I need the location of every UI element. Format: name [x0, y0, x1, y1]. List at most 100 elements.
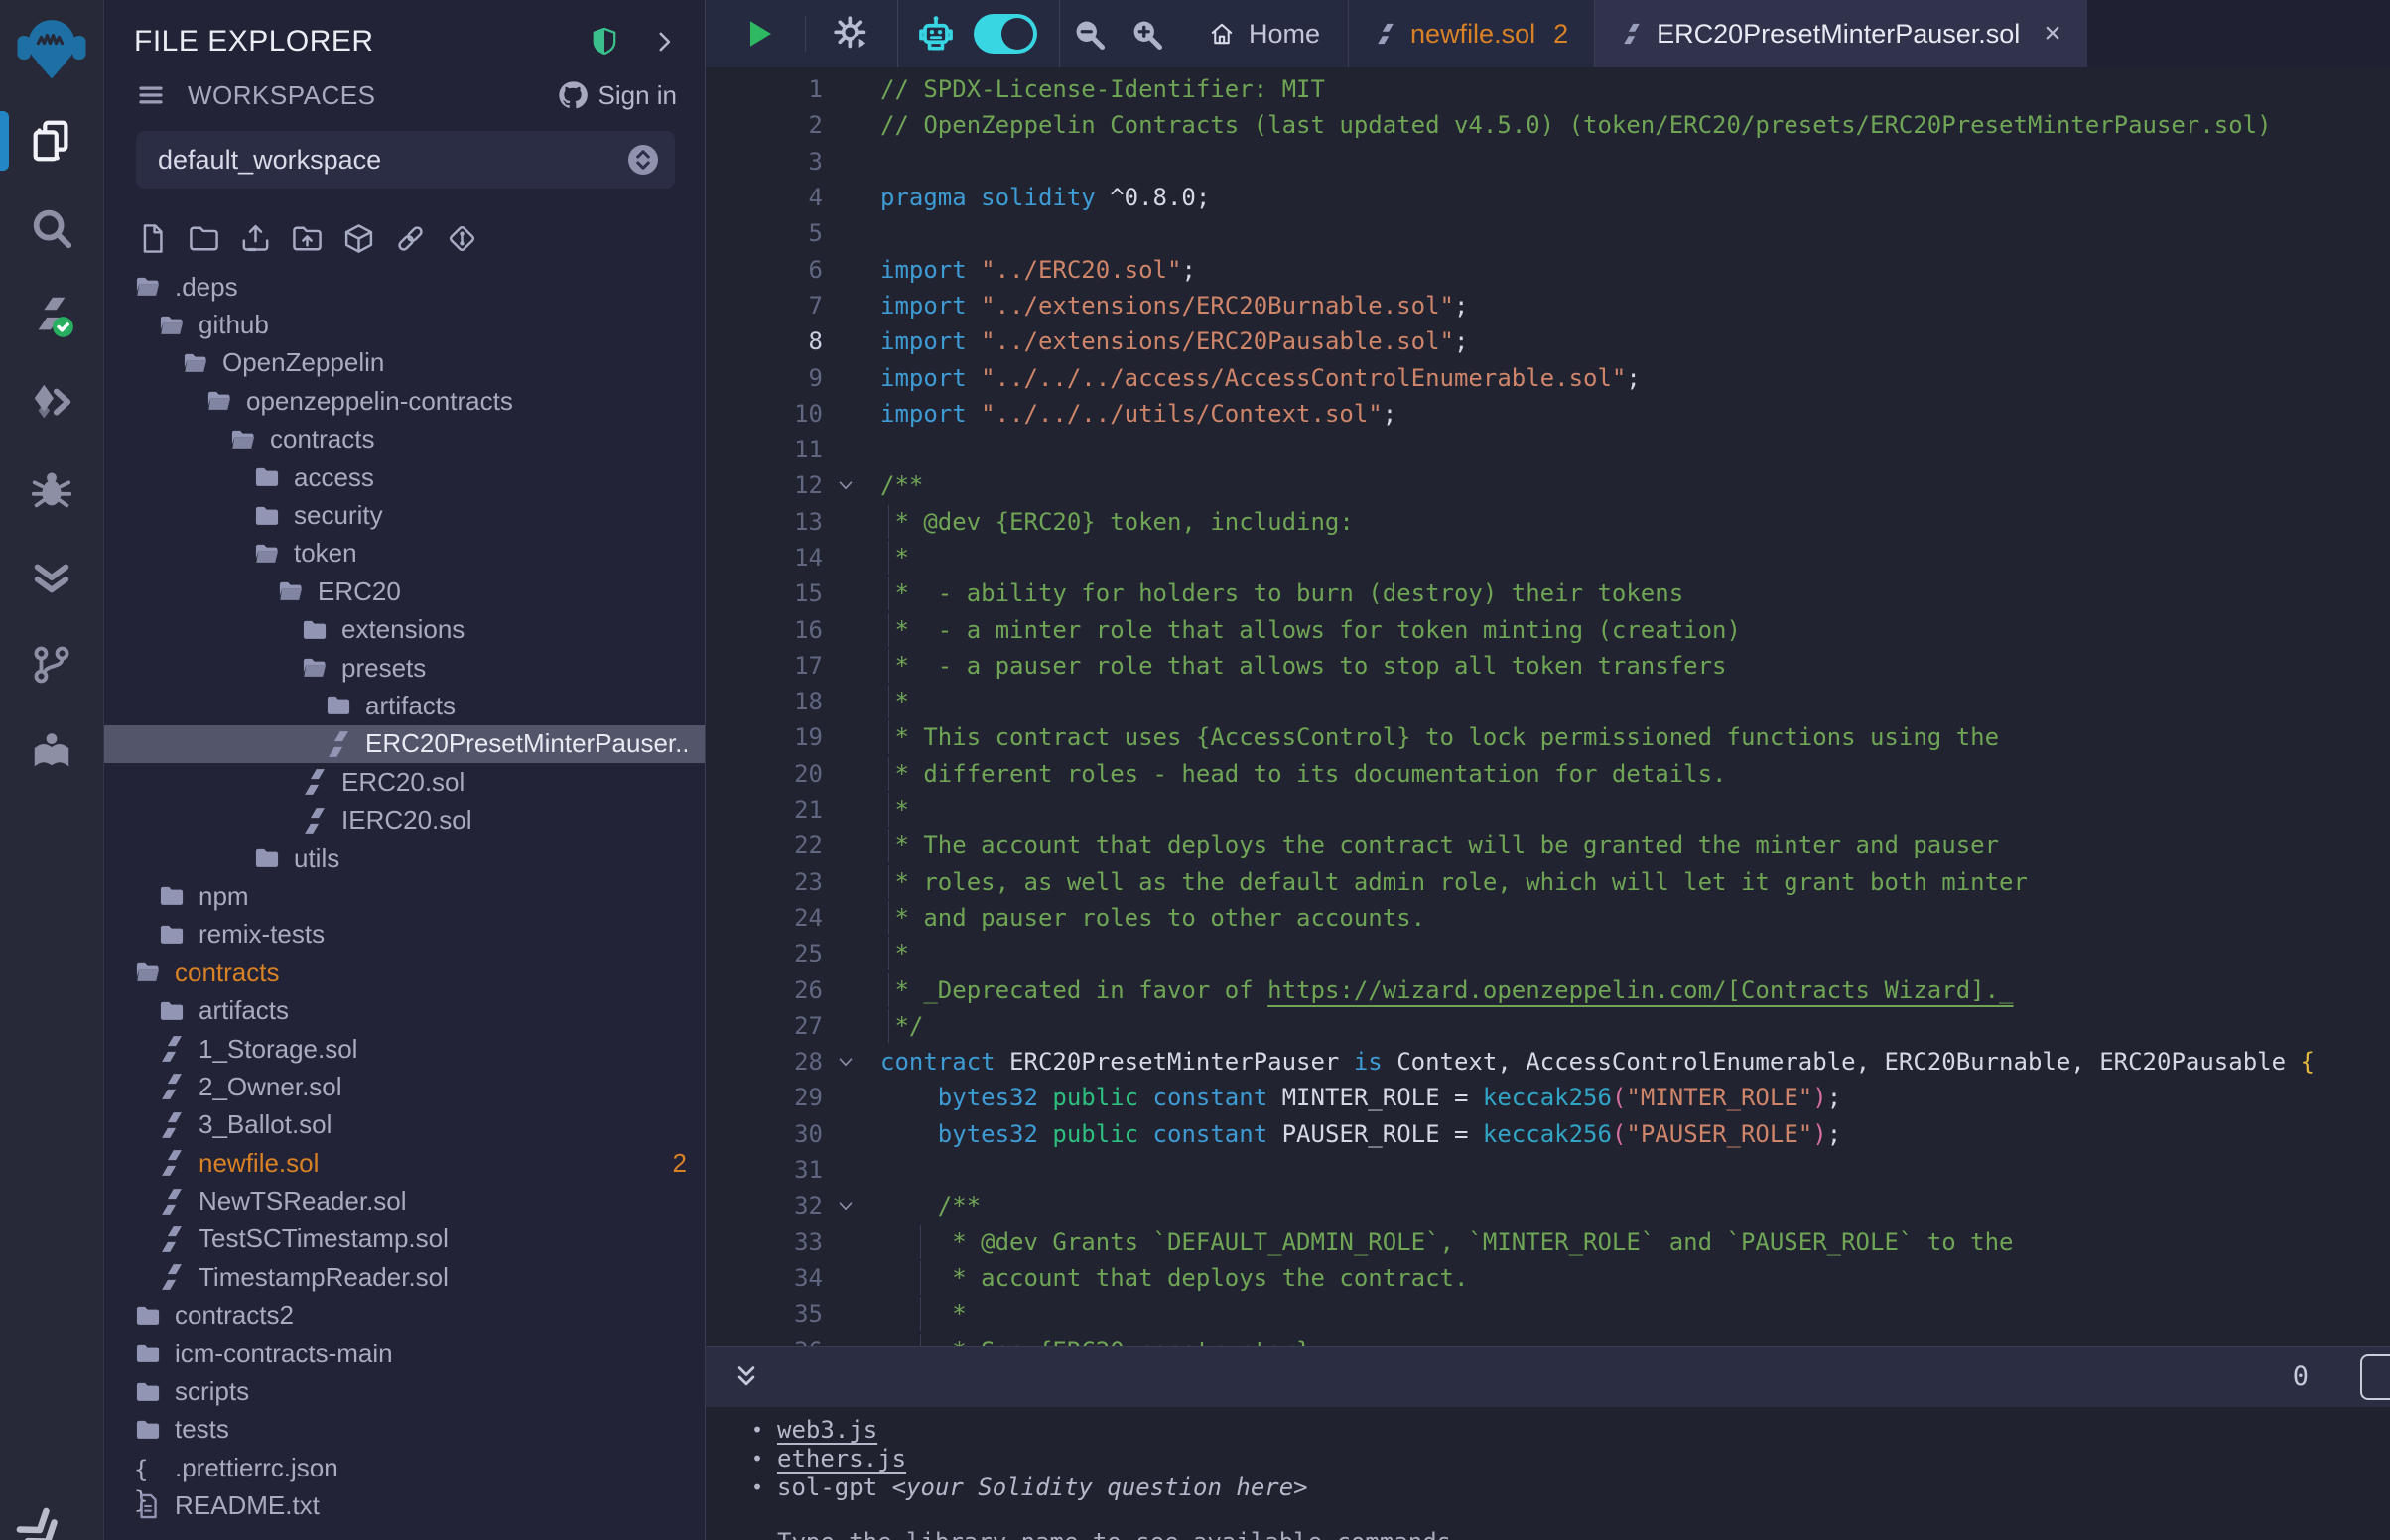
activity-bar-partial-icon[interactable]	[4, 1494, 75, 1540]
tree-item-timestampreader-sol[interactable]: TimestampReader.sol	[104, 1258, 705, 1296]
code-text: */	[868, 1012, 923, 1040]
tabbar-empty-space	[2087, 0, 2390, 67]
tab-erc20presetminterpauser-sol[interactable]: ERC20PresetMinterPauser.sol ×	[1595, 0, 2087, 67]
line-number: 36	[706, 1337, 823, 1346]
tree-item-label: icm-contracts-main	[175, 1339, 393, 1369]
tab-label: newfile.sol	[1410, 19, 1535, 50]
tree-item-readme-txt[interactable]: README.txt	[104, 1487, 705, 1525]
git-clone-icon[interactable]	[446, 222, 478, 255]
upload-file-icon[interactable]	[239, 222, 272, 255]
terminal-link[interactable]: ethers.js	[777, 1445, 906, 1473]
activity-bar	[0, 0, 104, 1540]
tree-item-contracts[interactable]: contracts	[104, 954, 705, 991]
tree-item-contracts2[interactable]: contracts2	[104, 1297, 705, 1335]
terminal-hint: Type the library name to see available c…	[751, 1528, 2390, 1540]
remix-logo-icon[interactable]	[16, 12, 87, 83]
tree-item-artifacts[interactable]: artifacts	[104, 687, 705, 724]
activity-item-git[interactable]	[0, 621, 103, 708]
tab-label: ERC20PresetMinterPauser.sol	[1657, 19, 2020, 50]
tree-item-erc20presetminterpauser-[interactable]: ERC20PresetMinterPauser...	[104, 725, 705, 763]
new-folder-icon[interactable]	[188, 222, 220, 255]
tree-item-extensions[interactable]: extensions	[104, 611, 705, 649]
tree-item--prettierrc-json[interactable]: { }.prettierrc.json	[104, 1449, 705, 1486]
code-line-4: 4pragma solidity ^0.8.0;	[706, 180, 2390, 215]
fold-toggle-icon[interactable]	[823, 1051, 868, 1073]
toolbar-divider	[1059, 0, 1060, 67]
cube-icon[interactable]	[342, 222, 375, 255]
editor-toolbar	[706, 0, 1175, 67]
run-script-button[interactable]	[741, 16, 777, 52]
tree-item-label: artifacts	[199, 995, 289, 1026]
tree-item-label: 1_Storage.sol	[199, 1034, 357, 1065]
tree-item-npm[interactable]: npm	[104, 877, 705, 915]
folder-icon	[158, 997, 186, 1025]
terminal-link[interactable]: web3.js	[777, 1416, 877, 1444]
tree-item-newtsreader-sol[interactable]: NewTSReader.sol	[104, 1182, 705, 1219]
tree-item-erc20-sol[interactable]: ERC20.sol	[104, 763, 705, 801]
hamburger-menu-icon[interactable]	[136, 80, 166, 110]
activity-item-deploy-and-run[interactable]	[0, 359, 103, 447]
tree-item-token[interactable]: token	[104, 535, 705, 573]
tree-item-security[interactable]: security	[104, 496, 705, 534]
code-editor[interactable]: 1// SPDX-License-Identifier: MIT2// Open…	[706, 67, 2390, 1346]
activity-item-solidity-unit-testing[interactable]	[0, 534, 103, 621]
code-line-7: 7import "../extensions/ERC20Burnable.sol…	[706, 288, 2390, 323]
tree-item-label: github	[199, 310, 269, 340]
code-line-36: 36 * See {ERC20-constructor}.	[706, 1332, 2390, 1346]
tree-item-label: artifacts	[365, 691, 456, 721]
tree-item-access[interactable]: access	[104, 458, 705, 496]
chevron-right-icon[interactable]	[651, 29, 677, 55]
terminal-right-control-partial[interactable]	[2360, 1354, 2390, 1400]
tab-home[interactable]: Home	[1175, 0, 1348, 67]
tree-item-openzeppelin-contracts[interactable]: openzeppelin-contracts	[104, 382, 705, 420]
tree-item-contracts[interactable]: contracts	[104, 421, 705, 458]
tree-item-scripts[interactable]: scripts	[104, 1372, 705, 1410]
tree-item-testsctimestamp-sol[interactable]: TestSCTimestamp.sol	[104, 1220, 705, 1258]
compile-settings-button[interactable]	[832, 14, 871, 54]
fold-toggle-icon[interactable]	[823, 1195, 868, 1217]
tree-item-utils[interactable]: utils	[104, 839, 705, 877]
code-text: import "../ERC20.sol";	[868, 256, 1196, 284]
tree-item-presets[interactable]: presets	[104, 649, 705, 687]
code-line-14: 14 *	[706, 540, 2390, 576]
new-file-icon[interactable]	[136, 222, 169, 255]
fold-toggle-icon[interactable]	[823, 474, 868, 496]
zoom-out-button[interactable]	[1071, 16, 1107, 52]
github-icon[interactable]	[557, 79, 589, 111]
tree-item-ierc20-sol[interactable]: IERC20.sol	[104, 801, 705, 838]
sign-in-button[interactable]: Sign in	[598, 80, 678, 111]
indent-guide	[888, 685, 889, 718]
workspaces-row: WORKSPACES Sign in	[104, 69, 705, 121]
tree-item-remix-tests[interactable]: remix-tests	[104, 916, 705, 954]
terminal-expand-icon[interactable]	[731, 1362, 761, 1392]
tree-item-artifacts[interactable]: artifacts	[104, 991, 705, 1029]
zoom-in-button[interactable]	[1129, 16, 1164, 52]
workspace-selected-value: default_workspace	[158, 145, 625, 176]
upload-folder-icon[interactable]	[291, 222, 324, 255]
tree-item-2-owner-sol[interactable]: 2_Owner.sol	[104, 1068, 705, 1105]
tree-item-openzeppelin[interactable]: OpenZeppelin	[104, 344, 705, 382]
remix-ai-robot-icon[interactable]	[914, 12, 958, 56]
tree-item-1-storage-sol[interactable]: 1_Storage.sol	[104, 1030, 705, 1068]
tree-item-github[interactable]: github	[104, 306, 705, 343]
line-number: 8	[706, 327, 823, 355]
code-text: // SPDX-License-Identifier: MIT	[868, 75, 1325, 103]
activity-item-plugin-learneth[interactable]	[0, 708, 103, 796]
tree-item-erc20[interactable]: ERC20	[104, 573, 705, 610]
activity-item-search[interactable]	[0, 185, 103, 272]
workspace-select[interactable]: default_workspace	[136, 131, 675, 189]
tree-item-newfile-sol[interactable]: newfile.sol2	[104, 1144, 705, 1182]
tree-item-icm-contracts-main[interactable]: icm-contracts-main	[104, 1335, 705, 1372]
tree-item--deps[interactable]: .deps	[104, 268, 705, 306]
activity-item-solidity-compiler[interactable]	[0, 272, 103, 359]
tree-item-tests[interactable]: tests	[104, 1411, 705, 1449]
link-icon[interactable]	[394, 222, 427, 255]
line-number: 17	[706, 652, 823, 680]
tab-newfile-sol[interactable]: newfile.sol2	[1349, 0, 1594, 67]
code-line-5: 5	[706, 215, 2390, 251]
close-tab-icon[interactable]: ×	[2044, 19, 2061, 49]
activity-item-file-explorer[interactable]	[0, 97, 103, 185]
tree-item-3-ballot-sol[interactable]: 3_Ballot.sol	[104, 1106, 705, 1144]
activity-item-debugger[interactable]	[0, 447, 103, 534]
ai-copilot-toggle[interactable]	[974, 14, 1037, 54]
